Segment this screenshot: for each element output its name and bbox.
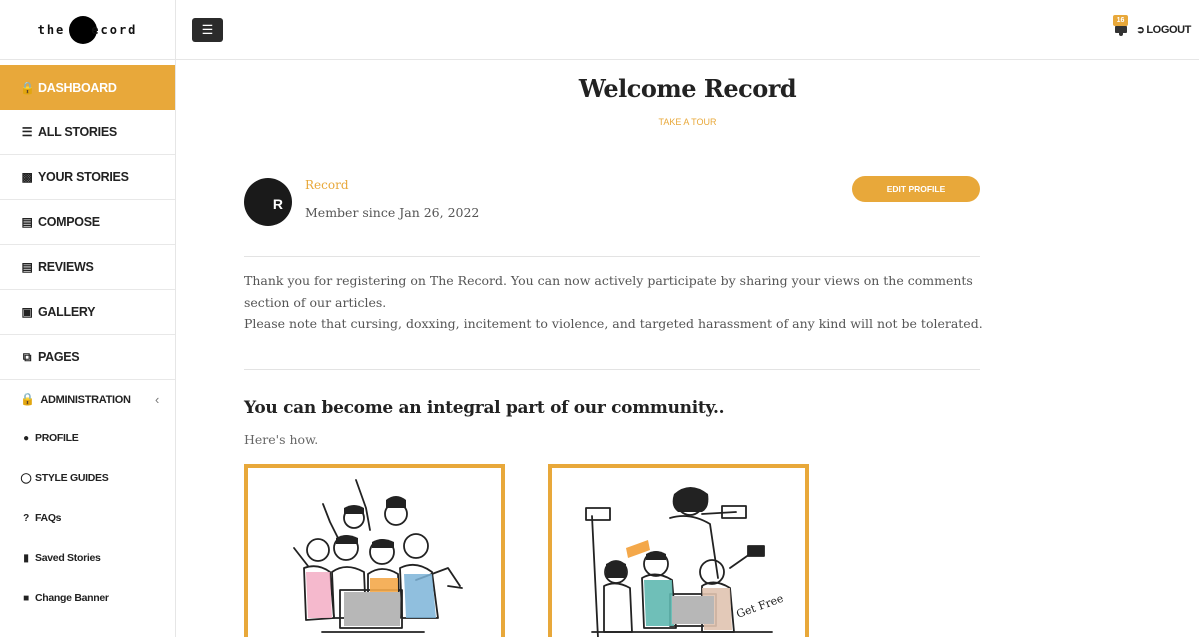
sidebar-item-label: PAGES xyxy=(38,350,80,364)
sidebar-item-gallery[interactable]: ▣ GALLERY xyxy=(0,290,175,335)
sidebar-item-label: ADMINISTRATION xyxy=(40,394,131,406)
community-heading: You can become an integral part of our c… xyxy=(244,398,725,418)
top-bar: ☰ 16 ➲ LOGOUT xyxy=(176,0,1199,60)
sidebar-item-label: DASHBOARD xyxy=(38,80,117,95)
logout-label: LOGOUT xyxy=(1146,24,1191,36)
notifications-button[interactable]: 16 xyxy=(1113,15,1129,36)
square-icon: ■ xyxy=(23,592,29,604)
image-icon: ▣ xyxy=(21,305,33,319)
illustration-group-megaphone: Get Free xyxy=(585,487,786,637)
avatar-letter: R xyxy=(272,196,283,212)
sidebar-item-label: FAQs xyxy=(35,512,62,524)
take-a-tour-link[interactable]: TAKE A TOUR xyxy=(176,117,1199,127)
document-icon: ▤ xyxy=(21,215,33,229)
logo-area: the ecord xyxy=(0,0,175,60)
logo-text-left: the xyxy=(37,22,66,37)
main-content: Welcome Record TAKE A TOUR R Record Memb… xyxy=(176,60,1199,637)
sidebar-item-compose[interactable]: ▤ COMPOSE xyxy=(0,200,175,245)
sidebar-item-label: REVIEWS xyxy=(38,260,94,274)
sidebar: the ecord 🔒 DASHBOARD ☰ ALL STORIES ▩ YO… xyxy=(0,0,176,637)
hamburger-icon: ☰ xyxy=(201,22,214,37)
sidebar-item-administration[interactable]: 🔒 ADMINISTRATION ‹ xyxy=(0,380,175,418)
logo-text-right: ecord xyxy=(91,22,138,37)
sidebar-item-all-stories[interactable]: ☰ ALL STORIES xyxy=(0,110,175,155)
lock-icon: 🔒 xyxy=(20,392,35,406)
sidebar-item-your-stories[interactable]: ▩ YOUR STORIES xyxy=(0,155,175,200)
lock-icon: 🔒 xyxy=(20,80,35,95)
sidebar-item-label: PROFILE xyxy=(35,432,79,444)
community-card-comment[interactable] xyxy=(244,464,505,637)
site-logo[interactable]: the ecord xyxy=(37,15,138,44)
user-icon: ● xyxy=(23,432,29,444)
document-icon: ▤ xyxy=(21,260,33,274)
sidebar-item-pages[interactable]: ⧉ PAGES xyxy=(0,335,175,380)
profile-summary: R Record Member since Jan 26, 2022 EDIT … xyxy=(244,176,980,258)
sidebar-item-label: STYLE GUIDES xyxy=(35,472,109,484)
how-to-subheading: Here's how. xyxy=(244,432,319,447)
chevron-left-icon: ‹ xyxy=(154,391,159,407)
sidebar-item-label: GALLERY xyxy=(38,305,96,319)
sidebar-item-change-banner[interactable]: ■ Change Banner xyxy=(0,578,175,618)
sidebar-item-reviews[interactable]: ▤ REVIEWS xyxy=(0,245,175,290)
sidebar-item-faqs[interactable]: ? FAQs xyxy=(0,498,175,538)
bookmark-icon: ▮ xyxy=(23,552,29,564)
sidebar-item-label: COMPOSE xyxy=(38,215,100,229)
chat-icon: ◯ xyxy=(20,472,32,484)
community-card-contribute[interactable]: Get Free xyxy=(548,464,809,637)
intro-paragraph-1: Thank you for registering on The Record.… xyxy=(244,273,973,310)
question-icon: ? xyxy=(23,512,29,524)
logout-icon: ➲ xyxy=(1136,25,1145,36)
divider xyxy=(244,256,980,257)
sidebar-item-label: ALL STORIES xyxy=(38,125,117,139)
sidebar-item-dashboard[interactable]: 🔒 DASHBOARD xyxy=(0,65,175,110)
sidebar-item-label: YOUR STORIES xyxy=(38,170,129,184)
page-title: Welcome Record xyxy=(578,74,797,103)
copy-icon: ⧉ xyxy=(22,349,32,364)
sign-text: Get Free xyxy=(735,592,786,621)
member-since: Member since Jan 26, 2022 xyxy=(305,205,480,220)
intro-paragraph-2: Please note that cursing, doxxing, incit… xyxy=(244,316,983,331)
intro-text: Thank you for registering on The Record.… xyxy=(244,270,984,335)
list-icon: ☰ xyxy=(21,125,33,139)
sidebar-item-label: Saved Stories xyxy=(35,552,101,564)
book-icon: ▩ xyxy=(21,170,33,184)
divider xyxy=(244,369,980,370)
notification-count-badge: 16 xyxy=(1113,15,1128,26)
illustration-group-laptop xyxy=(293,479,463,633)
edit-profile-button[interactable]: EDIT PROFILE xyxy=(852,176,980,202)
logout-button[interactable]: ➲ LOGOUT xyxy=(1136,24,1191,36)
sidebar-item-label: Change Banner xyxy=(35,592,109,604)
avatar: R xyxy=(244,178,292,226)
sidebar-item-style-guides[interactable]: ◯ STYLE GUIDES xyxy=(0,458,175,498)
menu-toggle-button[interactable]: ☰ xyxy=(192,18,223,42)
sidebar-item-saved-stories[interactable]: ▮ Saved Stories xyxy=(0,538,175,578)
profile-name-link[interactable]: Record xyxy=(305,178,349,192)
sidebar-item-profile[interactable]: ● PROFILE xyxy=(0,418,175,458)
